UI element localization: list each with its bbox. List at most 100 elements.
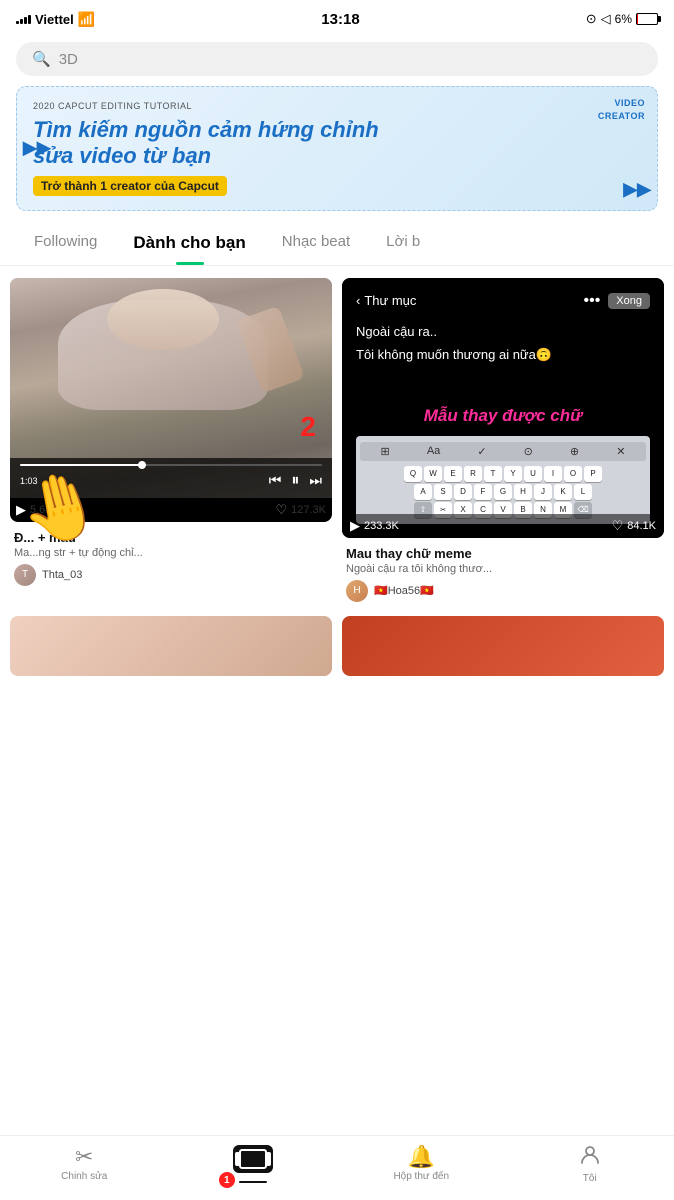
partial-cards-row: [0, 606, 674, 676]
card-2[interactable]: ‹ Thư mục ••• Xong Ngoài cậu ra.. Tôi kh…: [342, 278, 664, 606]
partial-card-2: [342, 616, 664, 676]
card-1-badge: 2: [300, 411, 316, 443]
card-1-author: T Thta_03: [14, 564, 328, 586]
kb-key-h[interactable]: H: [514, 484, 532, 500]
banner[interactable]: 2020 CAPCUT EDITING TUTORIAL Tìm kiếm ng…: [16, 86, 658, 211]
banner-subtitle: Trở thành 1 creator của Capcut: [33, 176, 227, 196]
card-1-stats: ▶ 5.6K ♡ 127.3K: [10, 498, 332, 522]
nav-profile[interactable]: Tôi: [506, 1144, 674, 1184]
nav-inbox[interactable]: 🔔 Hộp thư đến: [337, 1146, 506, 1182]
kb-key-s[interactable]: S: [434, 484, 452, 500]
card2-menu: ••• Xong: [583, 292, 650, 310]
views-icon-2: ▶: [350, 518, 360, 534]
kb-close-icon: ✕: [616, 445, 625, 458]
card2-header: ‹ Thư mục ••• Xong: [356, 292, 650, 310]
banner-subtitle-row: Trở thành 1 creator của Capcut: [33, 176, 641, 196]
close-button[interactable]: Xong: [608, 293, 650, 309]
views-icon: ▶: [16, 502, 26, 518]
banner-title-line1: Tìm kiếm nguồn cảm hứng chỉnh: [33, 117, 379, 142]
nav-edit-label: Chinh sửa: [61, 1171, 107, 1182]
tab-beat[interactable]: Nhạc beat: [264, 225, 368, 265]
film-strip: [239, 1149, 267, 1169]
card2-back: ‹ Thư mục: [356, 293, 416, 308]
card-2-stats: ▶ 233.3K ♡ 84.1K: [342, 514, 664, 538]
status-bar: Viettel 📶 13:18 ⊙ ◁ 6%: [0, 0, 674, 36]
banner-title-line2: sửa video từ bạn: [33, 143, 211, 168]
tab-for-you[interactable]: Dành cho bạn: [115, 225, 263, 265]
card-1-thumb: 2 1:03 ⏮ ⏸ ⏭: [10, 278, 332, 522]
player-progress[interactable]: [20, 464, 322, 466]
bottom-nav: ✂ Chinh sửa 1 🔔 Hộp thư đến T: [0, 1135, 674, 1200]
tabs: Following Dành cho bạn Nhạc beat Lời b: [0, 225, 674, 266]
nav-profile-label: Tôi: [583, 1173, 597, 1184]
kb-key-j[interactable]: J: [534, 484, 552, 500]
card2-highlight: Mẫu thay được chữ: [424, 406, 583, 426]
rewind-button[interactable]: ⏮: [269, 472, 282, 489]
status-right: ⊙ ◁ 6%: [586, 11, 658, 27]
kb-key-t[interactable]: T: [484, 466, 502, 482]
card-1-title: Đ... + màu: [14, 530, 328, 545]
kb-key-i[interactable]: I: [544, 466, 562, 482]
kb-key-g[interactable]: G: [494, 484, 512, 500]
likes-icon: ♡: [275, 502, 287, 518]
carrier-label: Viettel: [35, 12, 74, 27]
kb-key-e[interactable]: E: [444, 466, 462, 482]
card-2-avatar: H: [346, 580, 368, 602]
film-hole-right: [266, 1152, 271, 1166]
kb-toolbar: ⊞ Aa ✓ ⊙ ⊕ ✕: [360, 442, 646, 461]
card-1-image: 2 1:03 ⏮ ⏸ ⏭: [10, 278, 332, 498]
kb-settings-icon: ⊕: [570, 445, 579, 458]
signal-bar-4: [28, 15, 31, 24]
kb-key-l[interactable]: L: [574, 484, 592, 500]
banner-tag: 2020 CAPCUT EDITING TUTORIAL: [33, 101, 641, 111]
card-1[interactable]: 2 1:03 ⏮ ⏸ ⏭: [10, 278, 332, 606]
forward-button[interactable]: ⏭: [309, 472, 322, 489]
card-2-views: ▶ 233.3K: [350, 518, 399, 534]
figure-face: [107, 289, 220, 351]
kb-key-r[interactable]: R: [464, 466, 482, 482]
battery-fill: [637, 14, 638, 24]
wifi-icon: 📶: [78, 11, 95, 28]
card2-keyboard: ⊞ Aa ✓ ⊙ ⊕ ✕ Q W E R T: [356, 436, 650, 524]
player-controls: 1:03 ⏮ ⏸ ⏭: [20, 472, 322, 490]
card-1-likes: ♡ 127.3K: [275, 502, 326, 518]
banner-corner-tag: VIDEOCREATOR: [598, 97, 645, 122]
battery-icon: [636, 13, 658, 25]
film-icon: [233, 1145, 273, 1173]
play-pause-button[interactable]: ⏸: [291, 472, 299, 490]
player-overlay[interactable]: 1:03 ⏮ ⏸ ⏭: [10, 458, 332, 498]
kb-key-f[interactable]: F: [474, 484, 492, 500]
card-2-author: H 🇻🇳Hoa56🇻🇳: [346, 580, 660, 602]
signal-bar-2: [20, 19, 23, 24]
nav-edit[interactable]: ✂ Chinh sửa: [0, 1146, 169, 1182]
nav-underline: [239, 1181, 267, 1183]
record-icon: [233, 1145, 273, 1173]
kb-key-y[interactable]: Y: [504, 466, 522, 482]
kb-key-q[interactable]: Q: [404, 466, 422, 482]
player-progress-fill: [20, 464, 141, 466]
kb-key-o[interactable]: O: [564, 466, 582, 482]
search-bar[interactable]: 🔍 3D: [16, 42, 658, 76]
more-icon: •••: [583, 292, 600, 310]
kb-key-w[interactable]: W: [424, 466, 442, 482]
back-chevron: ‹: [356, 293, 360, 308]
kb-key-p[interactable]: P: [584, 466, 602, 482]
battery-percent: 6%: [615, 12, 632, 26]
card-2-title: Mau thay chữ meme: [346, 546, 660, 561]
nav-record[interactable]: 1: [169, 1145, 338, 1183]
kb-key-u[interactable]: U: [524, 466, 542, 482]
kb-key-d[interactable]: D: [454, 484, 472, 500]
card-2-likes: ♡ 84.1K: [612, 518, 656, 534]
card-1-avatar: T: [14, 564, 36, 586]
partial-card-1: [10, 616, 332, 676]
signal-bars: [16, 15, 31, 24]
banner-decoration-left: ▶▶: [23, 138, 51, 159]
tab-lyrics[interactable]: Lời b: [368, 225, 438, 265]
card-1-author-name: Thta_03: [42, 569, 82, 581]
kb-aa-icon: Aa: [427, 445, 440, 457]
bell-icon: 🔔: [408, 1146, 435, 1168]
tab-following[interactable]: Following: [16, 225, 115, 265]
kb-key-a[interactable]: A: [414, 484, 432, 500]
search-input[interactable]: 3D: [59, 51, 78, 68]
kb-key-k[interactable]: K: [554, 484, 572, 500]
